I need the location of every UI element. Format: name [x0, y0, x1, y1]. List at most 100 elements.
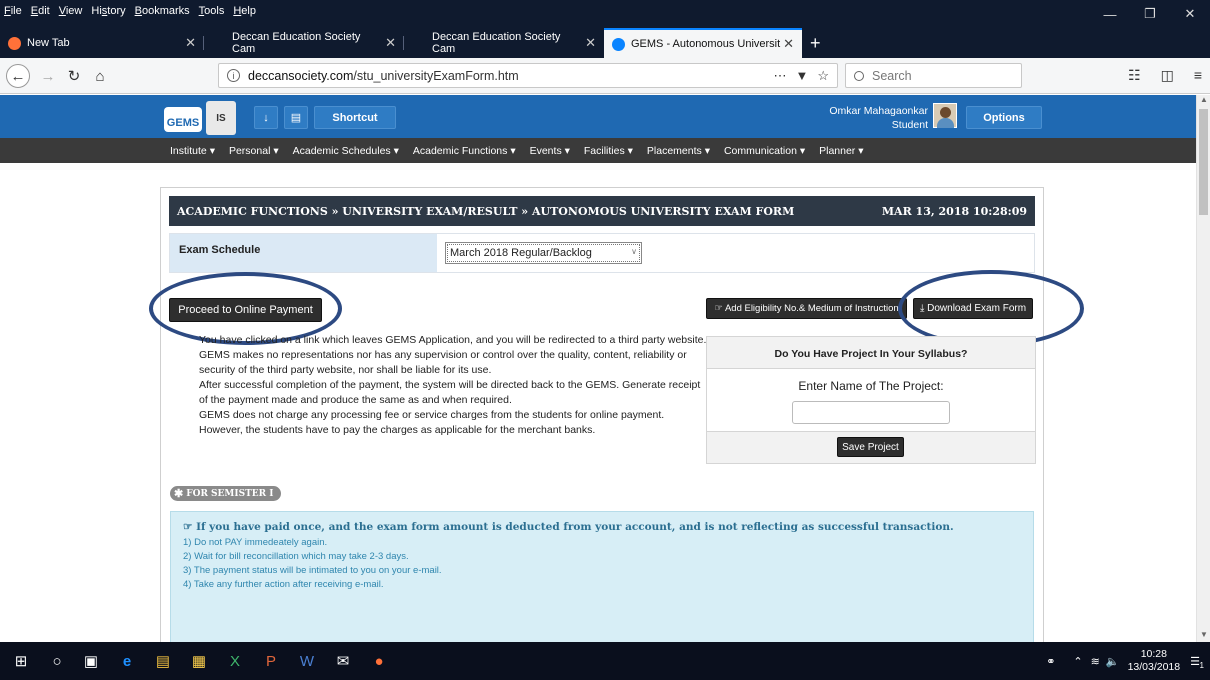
- forward-button[interactable]: →: [36, 64, 60, 88]
- tab-deccan-2[interactable]: Deccan Education Society Cam ✕: [404, 28, 604, 58]
- task-view-icon[interactable]: ▣: [78, 648, 104, 674]
- site-info-icon[interactable]: i: [227, 69, 240, 82]
- firefox-taskbar-icon[interactable]: ●: [366, 648, 392, 674]
- tab-deccan-1[interactable]: Deccan Education Society Cam ✕: [204, 28, 404, 58]
- window-controls: — ❐ ✕: [1090, 0, 1210, 28]
- menu-bookmarks[interactable]: Bookmarks: [135, 5, 190, 17]
- nav-academic-functions[interactable]: Academic Functions ▾: [413, 145, 516, 157]
- new-tab-button[interactable]: +: [802, 28, 832, 58]
- close-tab-icon[interactable]: ✕: [185, 35, 196, 51]
- close-tab-icon[interactable]: ✕: [585, 35, 596, 51]
- action-center-icon[interactable]: ☰ 1: [1190, 655, 1204, 670]
- menu-help[interactable]: Help: [233, 5, 256, 17]
- options-button[interactable]: Options: [966, 106, 1042, 129]
- bookmark-star-icon[interactable]: ☆: [817, 68, 829, 84]
- nav-institute[interactable]: Institute ▾: [170, 145, 215, 157]
- url-text: deccansociety.com/stu_universityExamForm…: [248, 68, 519, 83]
- project-name-label: Enter Name of The Project:: [798, 379, 944, 393]
- people-icon[interactable]: ⚭: [1046, 655, 1055, 668]
- disclaimer-paragraph: GEMS does not charge any processing fee …: [199, 409, 665, 436]
- microphone-icon[interactable]: ↓: [254, 106, 278, 129]
- user-name: Omkar Mahagaonkar: [829, 105, 928, 117]
- chevron-down-icon: ∨: [631, 247, 637, 256]
- notice-line: 2) Wait for bill reconcillation which ma…: [183, 551, 409, 562]
- search-input[interactable]: Search: [845, 63, 1022, 88]
- project-name-input[interactable]: [792, 401, 950, 424]
- gems-favicon-icon: [612, 37, 625, 51]
- back-button[interactable]: ←: [6, 64, 30, 88]
- menu-view[interactable]: View: [59, 5, 83, 17]
- nav-facilities[interactable]: Facilities ▾: [584, 145, 633, 157]
- close-tab-icon[interactable]: ✕: [783, 36, 794, 52]
- windows-start-icon[interactable]: ⊞: [8, 648, 34, 674]
- nav-planner[interactable]: Planner ▾: [819, 145, 863, 157]
- system-tray: ⚭ ⌃ ≋ 🔈 10:28 13/03/2018 ☰ 1: [1046, 642, 1210, 680]
- nav-events[interactable]: Events ▾: [530, 145, 570, 157]
- powerpoint-icon[interactable]: P: [258, 648, 284, 674]
- tab-new-tab[interactable]: New Tab ✕: [0, 28, 204, 58]
- gems-header: GEMS IS ↓ ▤ Shortcut Omkar Mahagaonkar S…: [0, 95, 1196, 138]
- file-explorer-icon[interactable]: ▤: [150, 648, 176, 674]
- search-placeholder: Search: [872, 68, 912, 83]
- wifi-icon[interactable]: ≋: [1091, 655, 1100, 668]
- menu-edit[interactable]: Edit: [31, 5, 50, 17]
- gems-logo[interactable]: GEMS: [164, 107, 202, 132]
- mail-icon[interactable]: ✉: [330, 648, 356, 674]
- notice-line: 3) The payment status will be intimated …: [183, 565, 442, 576]
- avatar[interactable]: [933, 103, 957, 128]
- nav-communication[interactable]: Communication ▾: [724, 145, 805, 157]
- scroll-down-icon[interactable]: ▼: [1197, 630, 1210, 642]
- project-footer: Save Project: [707, 431, 1035, 463]
- tab-strip: New Tab ✕ Deccan Education Society Cam ✕…: [0, 28, 1210, 58]
- excel-icon[interactable]: X: [222, 648, 248, 674]
- home-button[interactable]: ⌂: [88, 64, 112, 88]
- close-tab-icon[interactable]: ✕: [385, 35, 396, 51]
- hamburger-menu-icon[interactable]: ≡: [1194, 67, 1202, 84]
- add-eligibility-button[interactable]: ☞ Add Eligibility No.& Medium of Instruc…: [706, 298, 907, 319]
- scroll-up-icon[interactable]: ▲: [1197, 95, 1210, 107]
- url-actions: ⋯ ▼ ☆: [773, 68, 829, 84]
- word-icon[interactable]: W: [294, 648, 320, 674]
- exam-form-panel: ACADEMIC FUNCTIONS » UNIVERSITY EXAM/RES…: [149, 187, 1084, 642]
- exam-schedule-value: March 2018 Regular/Backlog: [450, 247, 592, 259]
- exam-schedule-label: Exam Schedule: [170, 234, 437, 272]
- menu-history[interactable]: History: [91, 5, 125, 17]
- scrollbar-thumb[interactable]: [1199, 109, 1208, 215]
- calendar-icon[interactable]: ▤: [284, 106, 308, 129]
- firefox-icon: [8, 36, 21, 50]
- store-icon[interactable]: ▦: [186, 648, 212, 674]
- nav-academic-schedules[interactable]: Academic Schedules ▾: [293, 145, 399, 157]
- reload-button[interactable]: ↻: [62, 64, 86, 88]
- breadcrumb: ACADEMIC FUNCTIONS » UNIVERSITY EXAM/RES…: [177, 204, 795, 218]
- minimize-icon[interactable]: —: [1090, 0, 1130, 28]
- current-datetime: MAR 13, 2018 10:28:09: [881, 204, 1027, 218]
- plus-icon: +: [810, 32, 821, 53]
- menu-file[interactable]: File: [4, 5, 22, 17]
- page-actions-icon[interactable]: ⋯: [773, 68, 786, 84]
- menu-tools[interactable]: Tools: [199, 5, 225, 17]
- navigation-bar: ← → ↻ ⌂ i deccansociety.com/stu_universi…: [0, 58, 1210, 94]
- show-hidden-icons-icon[interactable]: ⌃: [1073, 655, 1082, 668]
- gems-main-nav: Institute ▾ Personal ▾ Academic Schedule…: [0, 138, 1196, 163]
- asterisk-icon: ✱: [174, 487, 184, 500]
- cortana-search-icon[interactable]: ○: [44, 648, 70, 674]
- close-window-icon[interactable]: ✕: [1170, 0, 1210, 28]
- tab-title: Deccan Education Society Cam: [432, 31, 561, 55]
- notice-line: 4) Take any further action after receivi…: [183, 579, 384, 590]
- nav-personal[interactable]: Personal ▾: [229, 145, 279, 157]
- library-icon[interactable]: ☷: [1128, 67, 1141, 84]
- edge-browser-icon[interactable]: e: [114, 648, 140, 674]
- nav-placements[interactable]: Placements ▾: [647, 145, 710, 157]
- pocket-icon[interactable]: ▼: [795, 68, 808, 84]
- institute-crest-logo: IS: [206, 101, 236, 135]
- shortcut-button[interactable]: Shortcut: [314, 106, 396, 129]
- page-scrollbar[interactable]: ▲ ▼: [1196, 95, 1210, 642]
- clock[interactable]: 10:28 13/03/2018: [1128, 648, 1181, 674]
- tab-gems-active[interactable]: GEMS - Autonomous Universit ✕: [604, 28, 802, 58]
- volume-icon[interactable]: 🔈: [1106, 655, 1120, 668]
- save-project-button[interactable]: Save Project: [837, 437, 904, 457]
- restore-icon[interactable]: ❐: [1130, 0, 1170, 28]
- url-bar[interactable]: i deccansociety.com/stu_universityExamFo…: [218, 63, 838, 88]
- exam-schedule-select[interactable]: March 2018 Regular/Backlog ∨: [445, 242, 642, 264]
- sidebar-icon[interactable]: ◫: [1161, 67, 1174, 84]
